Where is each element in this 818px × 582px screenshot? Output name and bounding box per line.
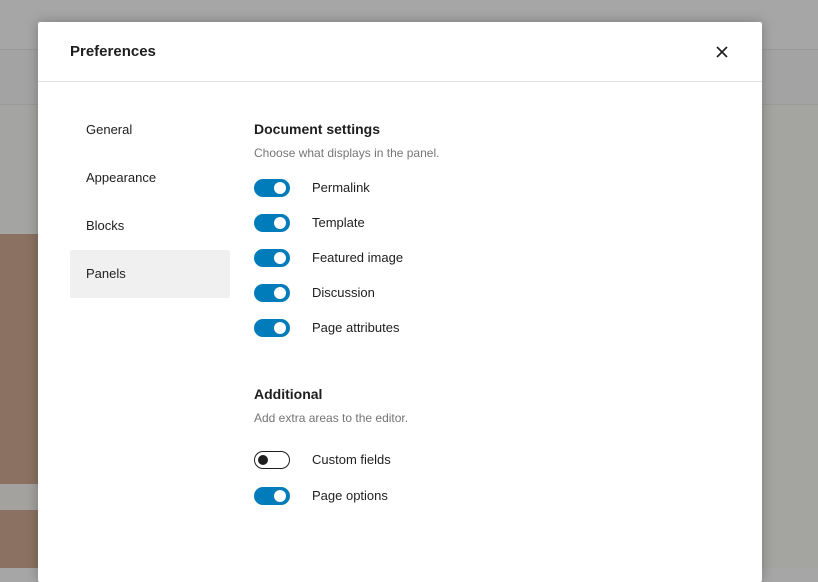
toggle-row-featured-image: Featured image	[254, 240, 439, 275]
toggle-label: Page attributes	[312, 320, 400, 335]
toggle-row-template: Template	[254, 205, 439, 240]
toggle-row-discussion: Discussion	[254, 275, 439, 310]
template-toggle[interactable]	[254, 213, 290, 232]
toggle-knob	[274, 321, 286, 334]
nav-item-appearance[interactable]: Appearance	[70, 154, 230, 202]
custom-fields-toggle[interactable]	[254, 450, 290, 469]
panels-content: Document settings Choose what displays i…	[254, 120, 439, 513]
toggle-knob	[258, 454, 268, 465]
document-settings-section: Document settings Choose what displays i…	[254, 120, 439, 345]
nav-item-blocks[interactable]: Blocks	[70, 202, 230, 250]
toggle-knob	[274, 489, 286, 502]
toggle-knob	[274, 286, 286, 299]
toggle-row-page-options: Page options	[254, 478, 439, 513]
preferences-nav: General Appearance Blocks Panels	[70, 106, 230, 298]
toggle-row-custom-fields: Custom fields	[254, 442, 439, 477]
toggle-knob	[274, 251, 286, 264]
discussion-toggle[interactable]	[254, 283, 290, 302]
section-description: Add extra areas to the editor.	[254, 411, 409, 425]
permalink-toggle[interactable]	[254, 178, 290, 197]
nav-item-panels[interactable]: Panels	[70, 250, 230, 298]
section-description: Choose what displays in the panel.	[254, 146, 440, 160]
modal-title: Preferences	[70, 43, 156, 60]
background-image-block	[0, 234, 40, 484]
additional-section: Additional Add extra areas to the editor…	[254, 385, 439, 513]
toggle-knob	[274, 216, 286, 229]
close-button[interactable]	[710, 40, 734, 64]
section-title: Additional	[254, 386, 323, 402]
modal-header: Preferences	[38, 22, 762, 82]
page-attributes-toggle[interactable]	[254, 318, 290, 337]
toggle-label: Discussion	[312, 285, 375, 300]
background-image-block	[0, 510, 40, 568]
background-sidebar	[762, 105, 818, 568]
toggle-label: Featured image	[312, 250, 404, 265]
preferences-modal: Preferences General Appearance Blocks Pa…	[38, 22, 762, 582]
section-title: Document settings	[254, 121, 381, 137]
toggle-knob	[274, 181, 286, 194]
toggle-label: Permalink	[312, 180, 370, 195]
toggle-label: Custom fields	[312, 452, 391, 467]
toggle-label: Page options	[312, 488, 388, 503]
toggle-row-page-attributes: Page attributes	[254, 310, 439, 345]
close-icon	[716, 46, 728, 58]
nav-item-general[interactable]: General	[70, 106, 230, 154]
page-options-toggle[interactable]	[254, 486, 290, 505]
background-strip	[0, 484, 40, 510]
featured-image-toggle[interactable]	[254, 248, 290, 267]
toggle-row-permalink: Permalink	[254, 170, 439, 205]
toggle-label: Template	[312, 215, 365, 230]
